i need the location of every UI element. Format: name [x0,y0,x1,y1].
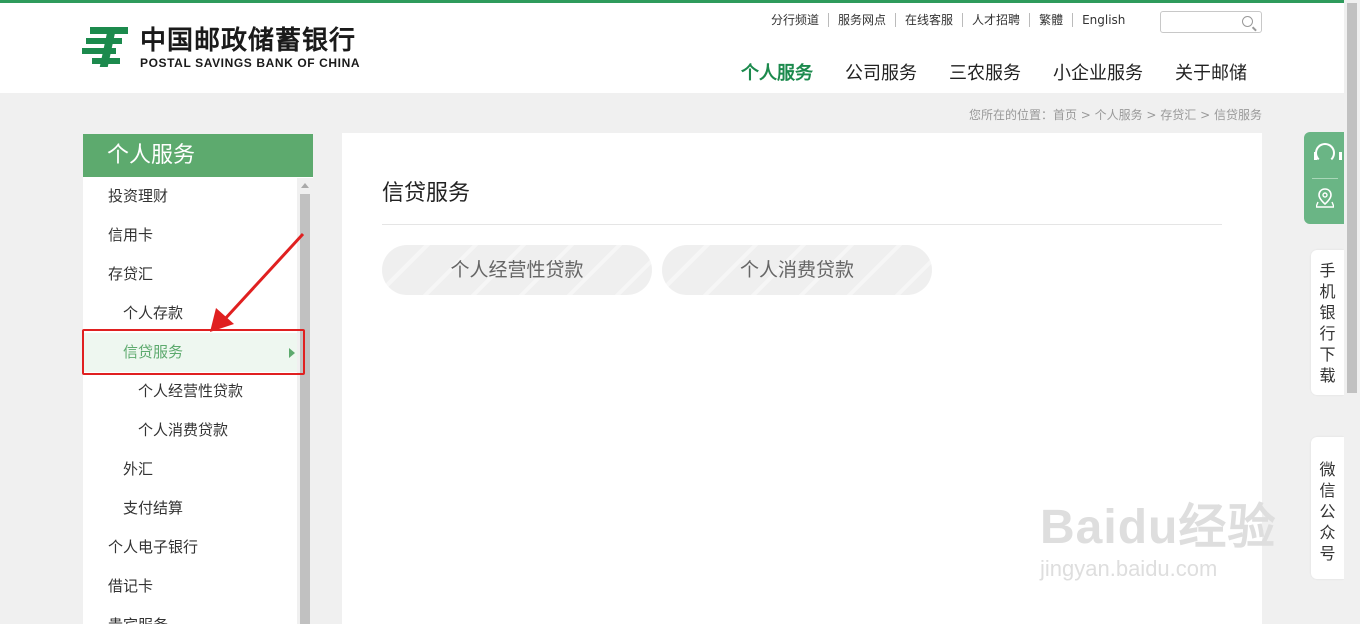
sidebar-item-credit-services[interactable]: 信贷服务 [83,333,313,372]
caret-right-icon [289,348,295,358]
nav-small-business-services[interactable]: 小企业服务 [1037,59,1159,85]
floating-tools [1304,132,1344,224]
mobile-bank-download-tab[interactable]: 手机银行下载 [1311,250,1344,395]
logo-english-name: POSTAL SAVINGS BANK OF CHINA [140,56,361,70]
sidebar-item-forex[interactable]: 外汇 [83,450,313,489]
headset-icon[interactable] [1314,143,1342,163]
traditional-chinese-link[interactable]: 繁體 [1029,13,1072,27]
page-title: 信贷服务 [382,181,471,206]
search-input[interactable] [1165,13,1241,33]
annotation-arrow-icon [210,232,305,332]
page-scroll-thumb[interactable] [1347,3,1357,393]
floating-divider [1312,178,1338,179]
postal-logo-icon [82,25,130,71]
sidebar-item-vip-services[interactable]: 贵宾服务 [83,606,313,624]
title-divider [382,224,1222,225]
nav-about[interactable]: 关于邮储 [1159,59,1263,85]
logo-text: 中国邮政储蓄银行 POSTAL SAVINGS BANK OF CHINA [140,26,360,70]
side-tab-label: 手机银行下载 [1319,261,1336,385]
branch-channel-link[interactable]: 分行频道 [762,13,828,27]
careers-link[interactable]: 人才招聘 [962,13,1029,27]
nav-personal-services[interactable]: 个人服务 [725,59,829,85]
side-tab-label: 微信公众号 [1319,460,1336,563]
breadcrumb: 您所在的位置：首页 > 个人服务 > 存贷汇 > 信贷服务 [968,108,1262,122]
sidebar-item-label: 信贷服务 [123,343,184,361]
sidebar-item-payment-settlement[interactable]: 支付结算 [83,489,313,528]
bank-logo[interactable]: 中国邮政储蓄银行 POSTAL SAVINGS BANK OF CHINA [82,25,360,71]
nav-rural-services[interactable]: 三农服务 [933,59,1037,85]
scroll-up-arrow-icon[interactable] [301,183,309,188]
sidebar-item-business-loan[interactable]: 个人经营性贷款 [83,372,313,411]
wechat-account-tab[interactable]: 微信公众号 [1311,437,1344,579]
map-pin-icon[interactable] [1316,188,1334,208]
service-outlets-link[interactable]: 服务网点 [828,13,895,27]
sidebar: 个人服务 投资理财 信用卡 存贷汇 个人存款 信贷服务 个人经营性贷款 个人消费… [83,134,313,624]
search-icon[interactable] [1242,16,1253,27]
page-scrollbar[interactable] [1344,0,1360,624]
logo-chinese-name: 中国邮政储蓄银行 [140,26,357,56]
sidebar-item-consumer-loan[interactable]: 个人消费贷款 [83,411,313,450]
watermark-url-text: jingyan.baidu.com [1040,556,1218,581]
online-support-link[interactable]: 在线客服 [895,13,962,27]
baidu-watermark: Baidu经验 jingyan.baidu.com [1040,500,1276,582]
sidebar-item-e-banking[interactable]: 个人电子银行 [83,528,313,567]
sidebar-item-investment[interactable]: 投资理财 [83,177,313,216]
main-navigation: 个人服务 公司服务 三农服务 小企业服务 关于邮储 [725,59,1263,85]
business-loan-button[interactable]: 个人经营性贷款 [382,245,652,295]
watermark-main-text: Baidu经验 [1040,501,1277,554]
english-link[interactable]: English [1072,13,1134,27]
site-header: 中国邮政储蓄银行 POSTAL SAVINGS BANK OF CHINA 分行… [0,3,1360,93]
search-box [1160,11,1262,33]
utility-links: 分行频道 服务网点 在线客服 人才招聘 繁體 English [762,13,1134,27]
sidebar-item-debit-card[interactable]: 借记卡 [83,567,313,606]
sidebar-title: 个人服务 [83,134,313,177]
consumer-loan-button[interactable]: 个人消费贷款 [662,245,932,295]
nav-corporate-services[interactable]: 公司服务 [829,59,933,85]
